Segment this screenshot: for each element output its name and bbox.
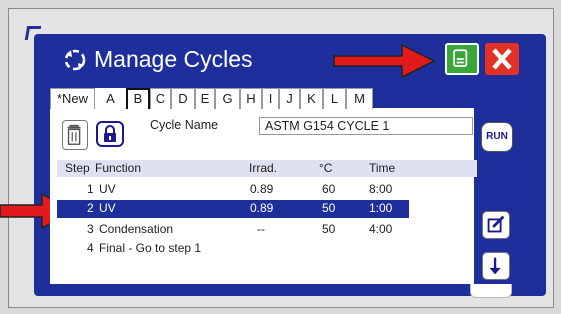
- close-icon: [492, 48, 512, 70]
- tab-l[interactable]: L: [323, 88, 346, 109]
- header-time: Time: [369, 161, 396, 175]
- refresh-cycle-icon: [64, 49, 86, 71]
- tab-a[interactable]: A: [95, 88, 126, 109]
- tab-new[interactable]: *New: [50, 88, 95, 109]
- edit-icon: [487, 215, 505, 233]
- row-step: 1: [87, 182, 94, 196]
- cycle-name-label: Cycle Name: [150, 118, 219, 132]
- row-temp: 60: [322, 182, 336, 196]
- row-function: Final - Go to step 1: [99, 241, 202, 255]
- table-row[interactable]: 4 Final - Go to step 1: [57, 240, 477, 258]
- row-temp: 50: [322, 201, 336, 215]
- save-button[interactable]: [445, 43, 479, 75]
- header-temp: °C: [319, 161, 333, 175]
- table-row[interactable]: 3 Condensation -- 50 4:00: [57, 221, 477, 239]
- row-irrad: --: [257, 222, 265, 236]
- tab-b[interactable]: B: [126, 88, 150, 109]
- cycle-name-input[interactable]: [259, 117, 473, 135]
- tab-d[interactable]: D: [171, 88, 195, 109]
- row-step: 4: [87, 241, 94, 255]
- arrow-down-icon: [489, 257, 501, 275]
- row-step: 2: [87, 201, 94, 215]
- run-button[interactable]: RUN: [481, 122, 513, 152]
- table-row-selected[interactable]: 2 UV 0.89 50 1:00: [57, 200, 409, 218]
- lock-button[interactable]: [96, 121, 124, 147]
- row-function: UV: [99, 201, 116, 215]
- cycle-tabs: *New A B C D E G H I J K L M: [50, 88, 373, 109]
- row-time: 8:00: [369, 182, 393, 196]
- tab-c[interactable]: C: [150, 88, 171, 109]
- tab-k[interactable]: K: [300, 88, 323, 109]
- header-function: Function: [95, 161, 142, 175]
- edit-button[interactable]: [482, 211, 510, 239]
- dialog-title: Manage Cycles: [94, 46, 253, 72]
- header-irrad: Irrad.: [249, 161, 278, 175]
- tab-i[interactable]: I: [262, 88, 279, 109]
- close-button[interactable]: [485, 43, 519, 75]
- row-irrad: 0.89: [250, 201, 274, 215]
- row-time: 4:00: [369, 222, 393, 236]
- move-down-button[interactable]: [482, 252, 510, 280]
- row-temp: 50: [322, 222, 336, 236]
- row-function: Condensation: [99, 222, 174, 236]
- tab-m[interactable]: M: [346, 88, 373, 109]
- footer-tab: [470, 284, 512, 298]
- tab-g[interactable]: G: [215, 88, 240, 109]
- table-header: Step Function Irrad. °C Time: [57, 160, 477, 177]
- row-function: UV: [99, 182, 116, 196]
- save-icon: [453, 49, 468, 67]
- row-time: 1:00: [369, 201, 393, 215]
- delete-button[interactable]: [62, 120, 88, 150]
- lock-icon: [104, 125, 116, 142]
- tab-h[interactable]: H: [240, 88, 262, 109]
- tab-e[interactable]: E: [195, 88, 215, 109]
- header-step: Step: [65, 161, 90, 175]
- row-step: 3: [87, 222, 94, 236]
- annotation-arrow-save: [333, 43, 436, 79]
- row-irrad: 0.89: [250, 182, 274, 196]
- table-row[interactable]: 1 UV 0.89 60 8:00: [57, 181, 477, 199]
- trash-icon: [67, 124, 81, 145]
- tab-j[interactable]: J: [279, 88, 300, 109]
